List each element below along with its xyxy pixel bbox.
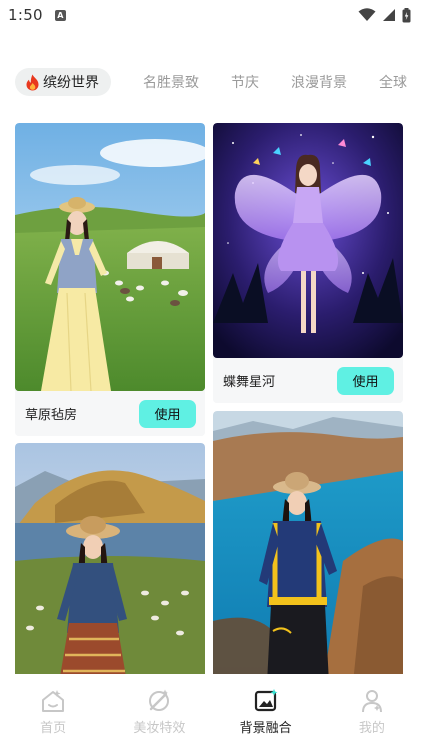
tab-colorful-world[interactable]: 缤纷世界 (15, 68, 111, 96)
grassland-yurt-photo (15, 123, 205, 391)
wifi-icon (358, 8, 376, 21)
bottom-navigation: 首页 美妆特效 背景融合 我的 (0, 674, 425, 756)
card-footer: 草原毡房 使用 (15, 391, 205, 436)
profile-icon (361, 690, 382, 713)
beauty-wand-icon (149, 689, 170, 711)
tab-global[interactable]: 全球 (379, 72, 407, 92)
tab-label: 缤纷世界 (43, 75, 99, 91)
nav-label: 首页 (40, 721, 67, 736)
lakeside-mountain-photo (15, 443, 205, 683)
tab-festivals[interactable]: 节庆 (231, 72, 259, 92)
signal-icon (383, 9, 395, 21)
status-icons (358, 7, 411, 23)
category-tabs: 缤纷世界 名胜景致 节庆 浪漫背景 全球 (15, 68, 425, 96)
card-title: 草原毡房 (25, 408, 78, 423)
card-title: 蝶舞星河 (223, 375, 276, 390)
status-bar: 1:50 A (0, 0, 425, 30)
nav-home[interactable]: 首页 (0, 674, 106, 756)
nav-label: 美妆特效 (133, 721, 186, 736)
tab-scenic-spots[interactable]: 名胜景致 (143, 72, 199, 92)
home-icon (42, 690, 65, 712)
flame-icon (26, 74, 39, 90)
tab-romantic-backgrounds[interactable]: 浪漫背景 (291, 72, 347, 92)
nav-background-blend[interactable]: 背景融合 (213, 674, 319, 756)
butterfly-galaxy-photo (213, 123, 403, 358)
battery-icon (402, 7, 411, 22)
template-card-grassland-yurt[interactable]: 草原毡房 使用 (15, 123, 205, 436)
notification-icon: A (54, 9, 66, 21)
nav-label: 背景融合 (239, 721, 292, 736)
nav-profile[interactable]: 我的 (319, 674, 425, 756)
nav-label: 我的 (358, 721, 385, 736)
template-card-lakeside-mountain[interactable] (15, 443, 205, 683)
template-card-butterfly-galaxy[interactable]: 蝶舞星河 使用 (213, 123, 403, 403)
turquoise-lake-hiker-photo (213, 411, 403, 683)
card-footer: 蝶舞星河 使用 (213, 358, 403, 403)
use-button[interactable]: 使用 (337, 366, 394, 395)
status-time: 1:50 (8, 6, 43, 24)
nav-beauty-effects[interactable]: 美妆特效 (106, 674, 212, 756)
use-button[interactable]: 使用 (139, 399, 196, 428)
template-card-turquoise-lake[interactable] (213, 411, 403, 683)
image-blend-icon (254, 689, 278, 712)
